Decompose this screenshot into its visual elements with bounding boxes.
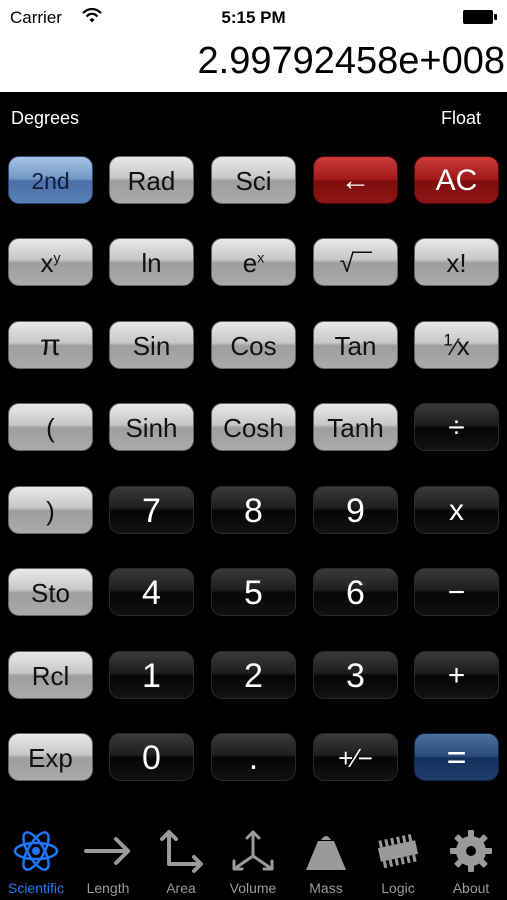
power-base: x: [40, 248, 54, 278]
digit-2-button[interactable]: 2: [211, 651, 296, 699]
tab-about[interactable]: About: [435, 818, 507, 900]
plus-button[interactable]: +: [414, 651, 499, 699]
tab-mass[interactable]: Mass: [290, 818, 362, 900]
digit-6-button[interactable]: 6: [313, 568, 398, 616]
tan-button[interactable]: Tan: [313, 321, 398, 369]
sin-button[interactable]: Sin: [109, 321, 194, 369]
display-value: 2.99792458e+008: [197, 40, 506, 82]
gear-icon: [450, 830, 492, 872]
digit-1-button[interactable]: 1: [109, 651, 194, 699]
calculator-display: 2.99792458e+008: [0, 36, 507, 92]
left-paren-button[interactable]: (: [8, 403, 93, 451]
tab-scientific[interactable]: Scientific: [0, 818, 72, 900]
exp-exponent: x: [257, 249, 265, 266]
decimal-point-button[interactable]: .: [211, 733, 296, 781]
reciprocal-numerator: 1: [443, 330, 453, 350]
cos-button[interactable]: Cos: [211, 321, 296, 369]
angle-mode-label[interactable]: Degrees: [11, 108, 79, 129]
tab-label: Logic: [381, 880, 415, 896]
weight-icon: [306, 836, 346, 870]
factorial-button[interactable]: x!: [414, 238, 499, 286]
cosh-button[interactable]: Cosh: [211, 403, 296, 451]
rad-button[interactable]: Rad: [109, 156, 194, 204]
tab-label: Area: [166, 880, 196, 896]
digit-7-button[interactable]: 7: [109, 486, 194, 534]
digit-0-button[interactable]: 0: [109, 733, 194, 781]
tab-label: Length: [86, 880, 130, 896]
power-exponent: y: [53, 249, 61, 266]
digit-3-button[interactable]: 3: [313, 651, 398, 699]
clock: 5:15 PM: [221, 8, 286, 27]
recall-button[interactable]: Rcl: [8, 651, 93, 699]
tab-label: Scientific: [7, 880, 65, 896]
store-button[interactable]: Sto: [8, 568, 93, 616]
backspace-button[interactable]: ←: [313, 156, 398, 204]
pi-button[interactable]: π: [8, 321, 93, 369]
axes-3d-icon: [232, 830, 274, 871]
tanh-button[interactable]: Tanh: [313, 403, 398, 451]
tab-length[interactable]: Length: [72, 818, 144, 900]
number-format-label[interactable]: Float: [441, 108, 481, 129]
divide-button[interactable]: ÷: [414, 403, 499, 451]
digit-4-button[interactable]: 4: [109, 568, 194, 616]
tab-label: Volume: [229, 880, 277, 896]
tab-volume[interactable]: Volume: [217, 818, 289, 900]
digit-5-button[interactable]: 5: [211, 568, 296, 616]
digit-9-button[interactable]: 9: [313, 486, 398, 534]
reciprocal-denominator: x: [456, 331, 470, 361]
atom-icon: [13, 831, 59, 871]
keypad: 2nd Rad Sci ← AC xy ln ex √‾‾ x! π Sin C…: [8, 156, 499, 784]
power-button[interactable]: xy: [8, 238, 93, 286]
exponent-button[interactable]: Exp: [8, 733, 93, 781]
sign-toggle-button[interactable]: +⁄−: [313, 733, 398, 781]
tab-area[interactable]: Area: [145, 818, 217, 900]
digit-8-button[interactable]: 8: [211, 486, 296, 534]
all-clear-button[interactable]: AC: [414, 156, 499, 204]
square-root-button[interactable]: √‾‾: [313, 238, 398, 286]
tab-label: About: [452, 880, 490, 896]
exp-e-button[interactable]: ex: [211, 238, 296, 286]
tab-logic[interactable]: Logic: [362, 818, 434, 900]
sci-button[interactable]: Sci: [211, 156, 296, 204]
axes-2d-icon: [160, 830, 203, 873]
sinh-button[interactable]: Sinh: [109, 403, 194, 451]
battery-icon: [463, 10, 497, 24]
arrow-right-icon: [84, 837, 130, 865]
right-paren-button[interactable]: ): [8, 486, 93, 534]
second-function-button[interactable]: 2nd: [8, 156, 93, 204]
exp-base: e: [242, 248, 258, 278]
equals-button[interactable]: =: [414, 733, 499, 781]
minus-button[interactable]: −: [414, 568, 499, 616]
ln-button[interactable]: ln: [109, 238, 194, 286]
reciprocal-button[interactable]: 1⁄x: [414, 321, 499, 369]
chip-icon: [377, 833, 419, 869]
multiply-button[interactable]: x: [414, 486, 499, 534]
tab-label: Mass: [309, 880, 343, 896]
tab-bar: Scientific Length Area Volume Mass Logic…: [0, 818, 507, 900]
status-bar: Carrier 5:15 PM: [0, 0, 507, 36]
